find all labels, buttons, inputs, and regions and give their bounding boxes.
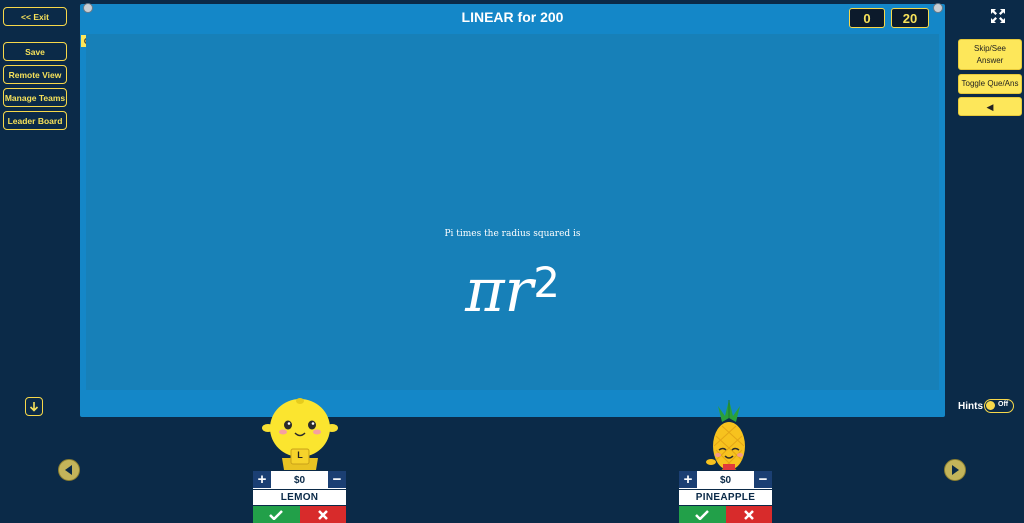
wrong-button[interactable] (299, 506, 346, 523)
wrong-button[interactable] (725, 506, 772, 523)
subtract-points-button[interactable]: − (328, 471, 346, 488)
check-icon (269, 509, 284, 520)
check-icon (695, 509, 710, 520)
add-points-button[interactable]: + (253, 471, 271, 488)
correct-button[interactable] (253, 506, 300, 523)
exit-button[interactable]: << Exit (3, 7, 67, 26)
score-left: 0 (849, 8, 885, 28)
previous-button[interactable] (58, 459, 80, 481)
close-icon (743, 509, 754, 520)
pineapple-avatar (704, 398, 754, 472)
question-board: LINEAR for 200 0 20 Q Pi times the radiu… (80, 3, 945, 417)
page-title: LINEAR for 200 (461, 9, 564, 25)
toggle-knob (986, 401, 995, 410)
question-panel: Pi times the radius squared is πr2 (86, 34, 939, 390)
correct-button[interactable] (679, 506, 726, 523)
remote-view-button[interactable]: Remote View (3, 65, 67, 84)
hints-label: Hints (958, 401, 983, 412)
hints-toggle-state: Off (998, 401, 1009, 408)
manage-teams-button[interactable]: Manage Teams (3, 88, 67, 107)
team-name: LEMON (253, 490, 346, 506)
subtract-points-button[interactable]: − (754, 471, 772, 488)
close-icon (317, 509, 328, 520)
score-right: 20 (891, 8, 929, 28)
leader-board-button[interactable]: Leader Board (3, 111, 67, 130)
sound-button[interactable]: ◀ (958, 97, 1022, 116)
team-card-pineapple: + $0 − PINEAPPLE (678, 470, 773, 523)
lemon-avatar: L (262, 398, 338, 472)
save-button[interactable]: Save (3, 42, 67, 61)
toggle-question-answer-button[interactable]: Toggle Que/Ans (958, 74, 1022, 94)
formula: πr2 (86, 256, 939, 326)
hints-toggle[interactable]: Off (984, 399, 1014, 413)
question-text: Pi times the radius squared is (444, 229, 581, 239)
arrow-left-icon (65, 465, 72, 475)
scroll-down-button[interactable] (25, 397, 43, 416)
formula-exponent: 2 (533, 257, 560, 307)
arrow-down-icon (29, 402, 39, 412)
fullscreen-icon[interactable] (990, 8, 1006, 24)
next-button[interactable] (944, 459, 966, 481)
skip-answer-button[interactable]: Skip/See Answer (958, 39, 1022, 70)
arrow-right-icon (952, 465, 959, 475)
team-badge: L (297, 450, 303, 460)
formula-base: πr (465, 256, 534, 326)
team-score: $0 (293, 474, 306, 486)
team-score: $0 (719, 474, 732, 486)
team-card-lemon: + $0 − LEMON (252, 470, 347, 523)
team-name: PINEAPPLE (679, 490, 772, 506)
add-points-button[interactable]: + (679, 471, 697, 488)
